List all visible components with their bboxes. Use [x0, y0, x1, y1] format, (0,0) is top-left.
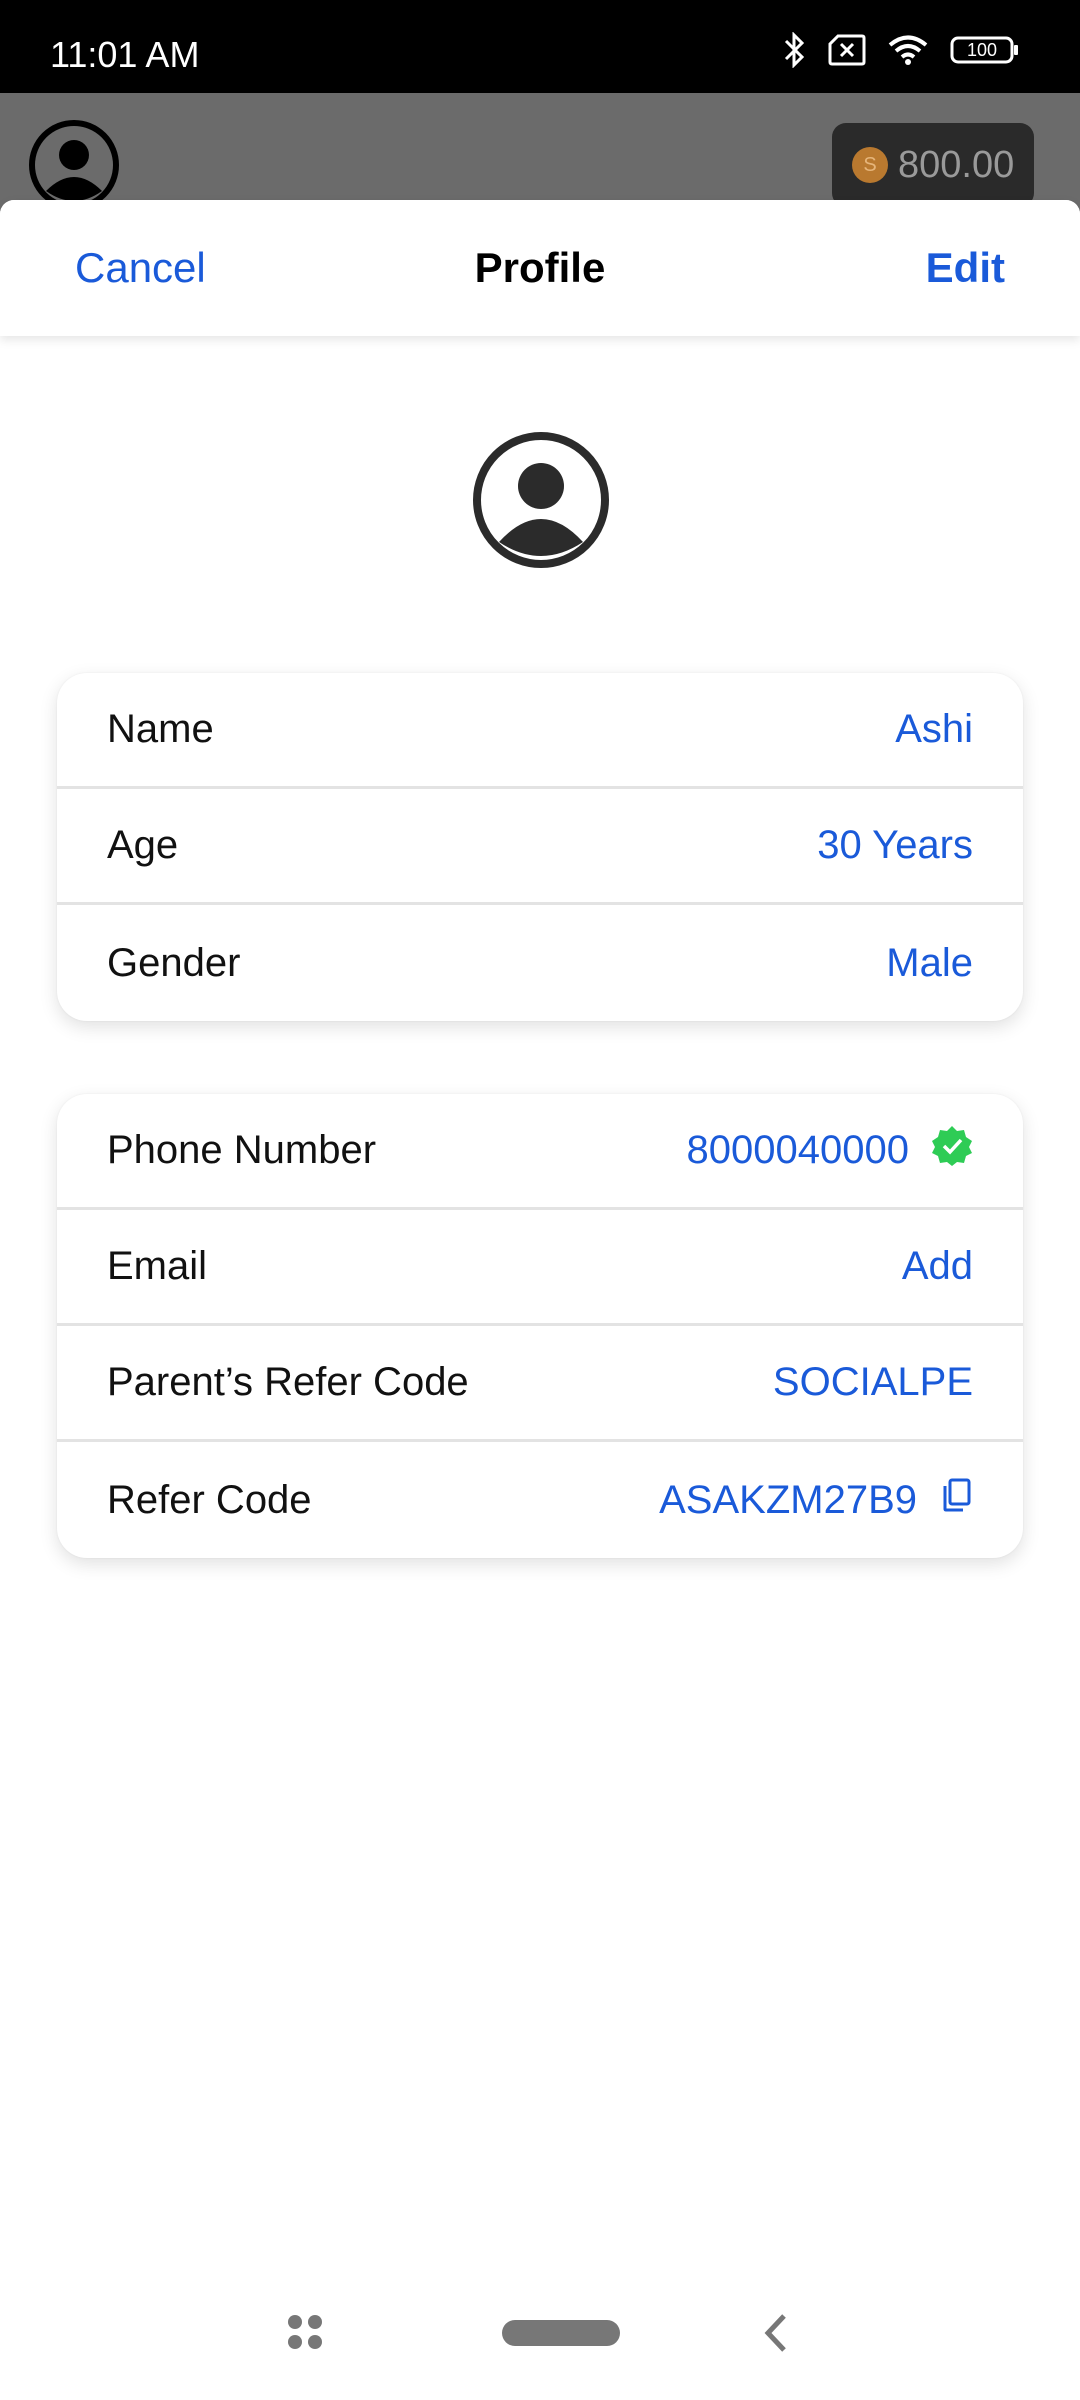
name-row[interactable]: Name Ashi — [57, 673, 1023, 789]
no-sim-icon — [828, 34, 866, 66]
battery-icon: 100 — [950, 35, 1020, 65]
coin-icon: S — [852, 147, 888, 183]
add-email-button[interactable]: Add — [902, 1244, 973, 1289]
phone-value: 8000040000 — [686, 1128, 909, 1172]
page-title: Profile — [474, 244, 606, 291]
status-bar: 11:01 AM 100 — [0, 0, 1080, 93]
recents-icon[interactable] — [287, 2314, 323, 2355]
battery-level: 100 — [966, 40, 998, 60]
sheet-header: Cancel Profile Edit — [0, 200, 1080, 336]
contact-info-card: Phone Number 8000040000 Email Add Parent… — [57, 1094, 1023, 1558]
refer-code-label: Refer Code — [107, 1477, 312, 1522]
name-label: Name — [107, 707, 214, 751]
name-value: Ashi — [895, 707, 973, 751]
parent-refer-code-value: SOCIALPE — [772, 1360, 973, 1404]
wallet-balance: S 800.00 — [832, 123, 1034, 207]
profile-avatar-icon[interactable] — [471, 430, 611, 575]
email-label: Email — [107, 1244, 208, 1288]
age-value: 30 Years — [817, 823, 973, 867]
wifi-icon — [888, 34, 928, 66]
copy-icon[interactable] — [939, 1477, 973, 1523]
phone-row[interactable]: Phone Number 8000040000 — [57, 1094, 1023, 1210]
home-button[interactable] — [502, 2320, 620, 2346]
gender-row[interactable]: Gender Male — [57, 905, 1023, 1021]
parent-refer-code-row[interactable]: Parent’s Refer Code SOCIALPE — [57, 1326, 1023, 1442]
bluetooth-icon — [782, 32, 806, 68]
email-row[interactable]: Email Add — [57, 1210, 1023, 1326]
parent-refer-code-label: Parent’s Refer Code — [107, 1360, 469, 1404]
gender-label: Gender — [107, 940, 241, 985]
edit-button[interactable]: Edit — [926, 244, 1005, 292]
age-row[interactable]: Age 30 Years — [57, 789, 1023, 905]
age-label: Age — [107, 823, 179, 867]
background-app: S 800.00 — [0, 93, 1080, 213]
back-icon[interactable] — [760, 2312, 790, 2359]
phone-value-group: 8000040000 — [687, 1125, 973, 1177]
refer-code-value-group: ASAKZM27B9 — [659, 1477, 973, 1523]
status-time: 11:01 AM — [50, 34, 200, 75]
wallet-balance-value: 800.00 — [898, 143, 1015, 186]
navigation-bar — [0, 2280, 1080, 2380]
verified-badge-icon — [931, 1125, 973, 1177]
status-icons: 100 — [782, 30, 1020, 70]
refer-code-value: ASAKZM27B9 — [659, 1477, 917, 1522]
gender-value: Male — [886, 940, 973, 985]
refer-code-row[interactable]: Refer Code ASAKZM27B9 — [57, 1442, 1023, 1558]
profile-sheet: Cancel Profile Edit Name Ashi Age 30 Yea… — [0, 200, 1080, 2400]
phone-label: Phone Number — [107, 1128, 377, 1172]
personal-info-card: Name Ashi Age 30 Years Gender Male — [57, 673, 1023, 1021]
